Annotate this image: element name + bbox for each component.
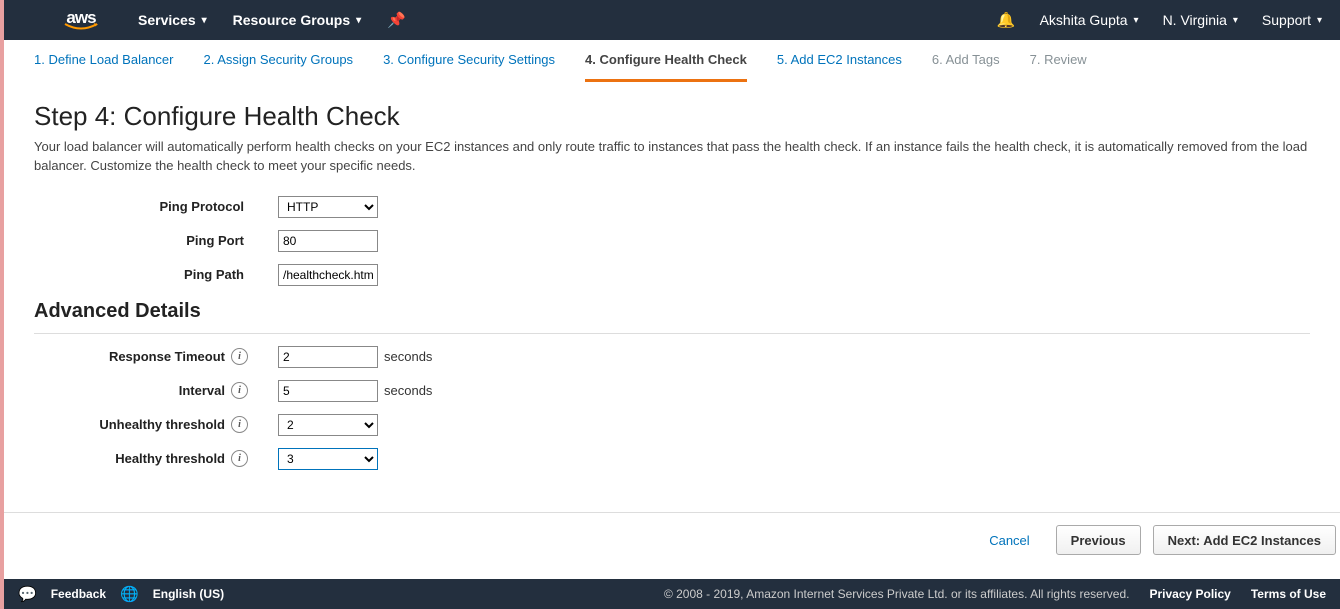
ping-path-input[interactable]	[278, 264, 378, 286]
chevron-down-icon: ▾	[1233, 15, 1238, 26]
next-button[interactable]: Next: Add EC2 Instances	[1153, 525, 1336, 555]
bell-icon[interactable]: 🔔	[997, 11, 1016, 29]
unit-seconds: seconds	[384, 349, 432, 364]
chevron-down-icon: ▾	[356, 15, 361, 26]
privacy-policy-link[interactable]: Privacy Policy	[1149, 587, 1230, 601]
advanced-details-heading: Advanced Details	[34, 300, 1310, 323]
nav-support[interactable]: Support ▾	[1262, 12, 1322, 28]
tab-add-ec2-instances[interactable]: 5. Add EC2 Instances	[777, 52, 902, 82]
unhealthy-threshold-select[interactable]: 2	[278, 414, 378, 436]
footer-bar: 💬 Feedback 🌐 English (US) © 2008 - 2019,…	[4, 579, 1340, 609]
response-timeout-input[interactable]	[278, 346, 378, 368]
ping-port-label: Ping Port	[34, 233, 278, 248]
tab-configure-security-settings[interactable]: 3. Configure Security Settings	[383, 52, 555, 82]
info-icon[interactable]: i	[231, 450, 248, 467]
info-icon[interactable]: i	[231, 382, 248, 399]
cancel-button[interactable]: Cancel	[975, 525, 1043, 555]
globe-icon: 🌐	[120, 585, 139, 603]
healthy-threshold-select[interactable]: 3	[278, 448, 378, 470]
nav-resource-groups-label: Resource Groups	[233, 12, 350, 28]
tab-configure-health-check[interactable]: 4. Configure Health Check	[585, 52, 747, 82]
tab-define-load-balancer[interactable]: 1. Define Load Balancer	[34, 52, 173, 82]
ping-protocol-label: Ping Protocol	[34, 199, 278, 214]
chevron-down-icon: ▾	[1134, 15, 1139, 26]
ping-port-input[interactable]	[278, 230, 378, 252]
nav-region-label: N. Virginia	[1163, 12, 1227, 28]
nav-user[interactable]: Akshita Gupta ▾	[1040, 12, 1139, 28]
interval-label: Interval	[179, 383, 225, 398]
nav-services[interactable]: Services ▾	[138, 12, 207, 28]
unit-seconds: seconds	[384, 383, 432, 398]
nav-services-label: Services	[138, 12, 196, 28]
nav-region[interactable]: N. Virginia ▾	[1163, 12, 1238, 28]
chevron-down-icon: ▾	[202, 15, 207, 26]
previous-button[interactable]: Previous	[1056, 525, 1141, 555]
page-title: Step 4: Configure Health Check	[34, 101, 1310, 132]
chevron-down-icon: ▾	[1317, 15, 1322, 26]
interval-input[interactable]	[278, 380, 378, 402]
ping-path-label: Ping Path	[34, 267, 278, 282]
nav-user-label: Akshita Gupta	[1040, 12, 1128, 28]
unhealthy-threshold-label: Unhealthy threshold	[99, 417, 225, 432]
page-description: Your load balancer will automatically pe…	[34, 138, 1310, 176]
info-icon[interactable]: i	[231, 416, 248, 433]
language-selector[interactable]: English (US)	[153, 587, 224, 601]
info-icon[interactable]: i	[231, 348, 248, 365]
nav-resource-groups[interactable]: Resource Groups ▾	[233, 12, 362, 28]
ping-protocol-select[interactable]: HTTP	[278, 196, 378, 218]
aws-logo[interactable]: aws	[64, 9, 98, 32]
feedback-link[interactable]: Feedback	[51, 587, 106, 601]
page-content: Step 4: Configure Health Check Your load…	[4, 83, 1340, 470]
copyright-text: © 2008 - 2019, Amazon Internet Services …	[664, 587, 1130, 601]
speech-bubble-icon: 💬	[18, 585, 37, 603]
terms-of-use-link[interactable]: Terms of Use	[1251, 587, 1326, 601]
response-timeout-label: Response Timeout	[109, 349, 225, 364]
tab-review: 7. Review	[1030, 52, 1087, 82]
nav-support-label: Support	[1262, 12, 1311, 28]
healthy-threshold-label: Healthy threshold	[115, 451, 225, 466]
pin-icon[interactable]: 📌	[387, 11, 406, 29]
wizard-button-bar: Cancel Previous Next: Add EC2 Instances	[4, 512, 1340, 569]
top-navbar: aws Services ▾ Resource Groups ▾ 📌 🔔 Aks…	[4, 0, 1340, 40]
tab-assign-security-groups[interactable]: 2. Assign Security Groups	[203, 52, 353, 82]
divider	[34, 333, 1310, 334]
wizard-tabs: 1. Define Load Balancer 2. Assign Securi…	[4, 40, 1340, 83]
tab-add-tags: 6. Add Tags	[932, 52, 1000, 82]
